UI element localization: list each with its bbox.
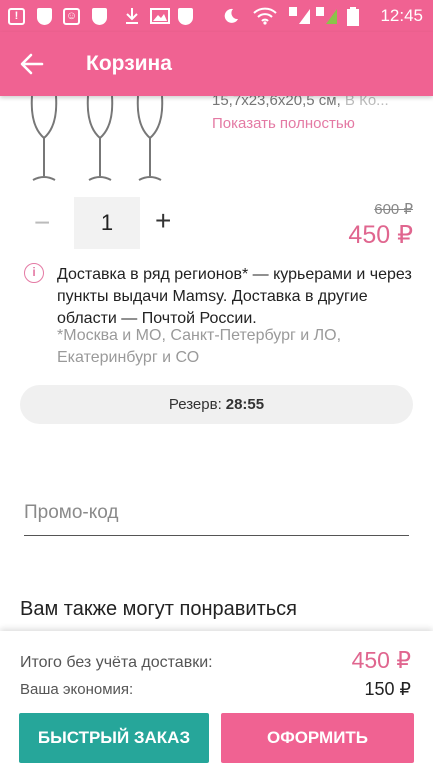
shield-icon — [92, 7, 107, 25]
status-time: 12:45 — [380, 6, 423, 25]
page-title: Корзина — [86, 52, 172, 75]
wifi-icon — [253, 7, 277, 25]
image-icon — [150, 7, 170, 25]
download-icon — [124, 7, 140, 25]
reserve-timer: Резерв: 28:55 — [20, 385, 413, 424]
quick-order-button[interactable]: БЫСТРЫЙ ЗАКАЗ — [19, 713, 209, 763]
show-more-link[interactable]: Показать полностью — [212, 115, 355, 132]
order-summary-panel: Итого без учёта доставки: 450 ₽ Ваша эко… — [0, 631, 433, 770]
quantity-field[interactable]: 1 — [74, 197, 140, 249]
checkout-button[interactable]: ОФОРМИТЬ — [221, 713, 414, 763]
arrow-left-icon[interactable] — [18, 50, 46, 78]
current-price: 450 ₽ — [348, 221, 413, 249]
total-label: Итого без учёта доставки: — [20, 654, 213, 671]
message-icon: ☺ — [63, 7, 80, 25]
delivery-info: Доставка в ряд регионов* — курьерами и ч… — [57, 266, 412, 327]
status-bar: ! ☺ 12:45 — [0, 0, 433, 32]
decrease-quantity-button[interactable]: − — [34, 207, 50, 239]
shield-icon — [37, 7, 52, 25]
promo-code-input[interactable]: Промо-код — [24, 502, 409, 536]
sim-2-signal-icon — [316, 7, 338, 25]
product-image[interactable] — [20, 96, 194, 184]
total-value: 450 ₽ — [351, 647, 411, 673]
savings-value: 150 ₽ — [364, 679, 412, 699]
old-price: 600 ₽ — [374, 201, 413, 218]
shield-icon — [178, 7, 193, 25]
alert-icon: ! — [8, 7, 25, 25]
recommendations-title: Вам также могут понравиться — [20, 598, 297, 620]
reserve-time: 28:55 — [225, 396, 265, 413]
sim-1-signal-icon — [289, 7, 311, 25]
battery-icon — [347, 6, 359, 26]
app-bar: Корзина — [0, 32, 433, 96]
delivery-note: *Москва и МО, Санкт-Петербург и ЛО, Екат… — [57, 327, 342, 366]
reserve-label: Резерв: — [168, 396, 222, 413]
info-icon: i — [24, 263, 44, 283]
moon-icon — [222, 7, 240, 25]
increase-quantity-button[interactable]: + — [155, 205, 171, 237]
savings-label: Ваша экономия: — [20, 681, 134, 698]
